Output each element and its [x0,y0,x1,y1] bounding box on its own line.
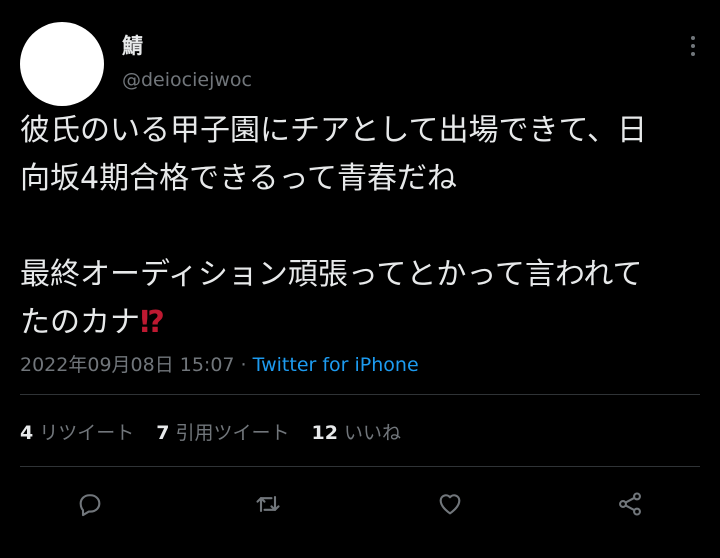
likes-label: いいね [343,422,401,444]
share-icon[interactable] [610,484,650,524]
retweet-icon[interactable] [248,484,288,524]
likes-count: 12 [311,422,338,444]
tweet-meta: 2022年09月08日 15:07 · Twitter for iPhone [20,350,419,377]
heart-icon[interactable] [430,484,470,524]
more-icon[interactable] [690,36,696,56]
retweets-count: 4 [20,422,34,444]
avatar[interactable] [20,22,104,106]
divider [20,394,700,395]
retweets-stat[interactable]: 4 リツイート [20,418,134,445]
tweet-text-content: 彼氏のいる甲子園にチアとして出場できて、日 向坂4期合格できるって青春だね 最終… [20,113,647,340]
likes-stat[interactable]: 12 いいね [312,418,401,445]
tweet-stats: 4 リツイート 7 引用ツイート 12 いいね [20,418,401,445]
interrobang-emoji: ⁉ [140,305,165,340]
timestamp[interactable]: 2022年09月08日 15:07 [20,354,235,376]
divider [20,466,700,467]
quotes-count: 7 [156,422,170,444]
tweet-detail: 鯖 @deiociejwoc 彼氏のいる甲子園にチアとして出場できて、日 向坂4… [0,0,720,558]
user-handle[interactable]: @deiociejwoc [122,69,252,91]
source-link[interactable]: Twitter for iPhone [253,354,419,376]
quotes-label: 引用ツイート [175,422,290,444]
display-name[interactable]: 鯖 [122,30,143,60]
tweet-text: 彼氏のいる甲子園にチアとして出場できて、日 向坂4期合格できるって青春だね 最終… [20,107,710,347]
retweets-label: リツイート [39,422,135,444]
reply-icon[interactable] [70,484,110,524]
action-bar [0,484,720,524]
quotes-stat[interactable]: 7 引用ツイート [156,418,289,445]
meta-separator: · [234,354,253,376]
